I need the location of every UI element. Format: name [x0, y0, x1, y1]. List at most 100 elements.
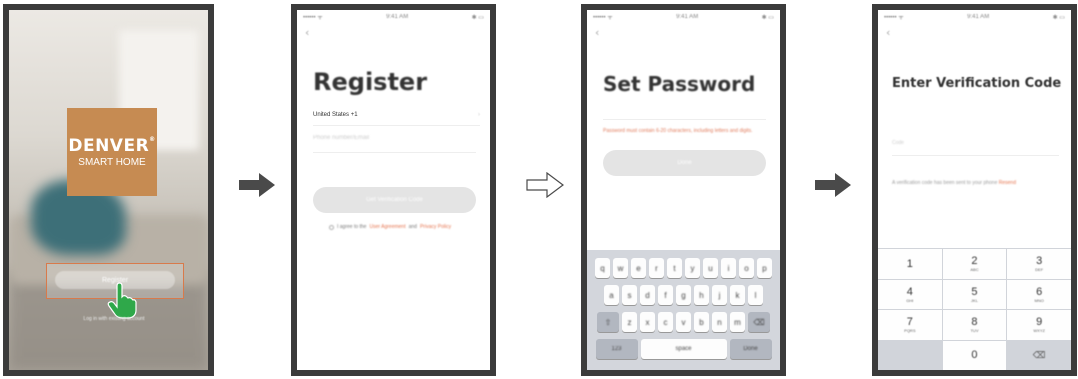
back-icon[interactable]: ‹: [305, 26, 309, 39]
numpad-delete-icon[interactable]: ⌫: [1007, 340, 1071, 370]
key[interactable]: j: [712, 285, 727, 305]
numeric-keypad: 1 2 ABC 3 DEF 4 GHI 5 JKL 6 MNO 7 PQRS 8 TUV 9W…: [878, 248, 1071, 370]
back-icon[interactable]: ‹: [595, 26, 599, 39]
back-icon[interactable]: ‹: [886, 26, 890, 39]
code-label: Code: [892, 140, 904, 146]
numpad-key[interactable]: 5 JKL: [942, 279, 1007, 309]
key[interactable]: a: [604, 285, 619, 305]
battery-indicator: ✱ ▭: [1052, 14, 1065, 21]
phone-register-screen: •••••• ᯤ 9:41 AM ✱ ▭ ‹ Register United S…: [291, 4, 496, 376]
flow-arrow-filled-icon: [239, 173, 275, 197]
key[interactable]: v: [676, 312, 691, 332]
key[interactable]: o: [739, 258, 754, 278]
phone-splash-screen: DENVER® SMART HOME Register Log in with …: [3, 4, 214, 376]
numpad-key[interactable]: 2 ABC: [942, 249, 1007, 279]
key[interactable]: i: [721, 258, 736, 278]
password-field[interactable]: [603, 102, 766, 120]
signal-indicator: •••••• ᯤ: [593, 15, 613, 21]
status-time: 9:41 AM: [386, 14, 409, 20]
verification-code-field[interactable]: Code: [892, 140, 1059, 156]
numpad-key[interactable]: 8 TUV: [942, 310, 1007, 340]
page-title: Enter Verification Code: [892, 76, 1062, 91]
key[interactable]: y: [685, 258, 700, 278]
country-selector[interactable]: United States +1 ›: [313, 112, 480, 126]
chevron-right-icon: ›: [478, 112, 480, 118]
page-title: Set Password: [603, 72, 756, 96]
keyboard-row: ⇧ z x c v b n m ⌫: [590, 312, 777, 332]
key[interactable]: m: [730, 312, 745, 332]
key[interactable]: g: [676, 285, 691, 305]
numpad-key[interactable]: 9 WXYZ: [1007, 310, 1071, 340]
key[interactable]: k: [730, 285, 745, 305]
numpad-key[interactable]: 7 PQRS: [878, 310, 942, 340]
phone-set-password-screen: •••••• ᯤ 9:41 AM ✱ ▭ ‹ Set Password Pass…: [581, 4, 786, 376]
key[interactable]: r: [649, 258, 664, 278]
signal-indicator: •••••• ᯤ: [303, 15, 323, 21]
numpad-key[interactable]: 1: [878, 249, 942, 279]
agreement-and: and: [408, 224, 417, 230]
key[interactable]: b: [694, 312, 709, 332]
numpad-key[interactable]: 4 GHI: [878, 279, 942, 309]
status-time: 9:41 AM: [676, 14, 699, 20]
done-label: Done: [677, 160, 692, 166]
key[interactable]: f: [658, 285, 673, 305]
key[interactable]: x: [640, 312, 655, 332]
key[interactable]: t: [667, 258, 682, 278]
on-screen-keyboard: q w e r t y u i o p a s d f g h j k l ⇧ …: [587, 250, 780, 370]
key[interactable]: e: [631, 258, 646, 278]
key[interactable]: p: [757, 258, 772, 278]
page-title: Register: [313, 68, 428, 96]
login-link[interactable]: Log in with existing account: [29, 316, 199, 322]
keyboard-row: 123 space Done: [590, 339, 777, 359]
signal-indicator: •••••• ᯤ: [884, 15, 904, 21]
backspace-key[interactable]: ⌫: [748, 312, 770, 332]
key[interactable]: q: [595, 258, 610, 278]
numpad-key[interactable]: 3 DEF: [1007, 249, 1071, 279]
status-time: 9:41 AM: [967, 14, 990, 20]
privacy-policy-link[interactable]: Privacy Policy: [420, 224, 451, 230]
key[interactable]: l: [748, 285, 763, 305]
phone-email-field[interactable]: Phone number/Email: [313, 135, 476, 153]
key[interactable]: s: [622, 285, 637, 305]
keyboard-row: a s d f g h j k l: [590, 285, 777, 305]
space-key[interactable]: space: [640, 339, 727, 359]
flow-arrow-filled-icon: [815, 173, 851, 197]
logo-brand: DENVER®: [68, 136, 156, 156]
key[interactable]: d: [640, 285, 655, 305]
numpad-key[interactable]: 0: [942, 340, 1007, 370]
return-key[interactable]: Done: [729, 339, 772, 359]
get-code-button[interactable]: Get Verification Code: [313, 187, 476, 213]
battery-indicator: ✱ ▭: [471, 14, 484, 21]
hand-pointer-icon: [107, 282, 137, 319]
status-bar: •••••• ᯤ 9:41 AM ✱ ▭: [884, 12, 1065, 22]
password-hint: Password must contain 6-20 characters, i…: [603, 128, 753, 134]
verification-info: A verification code has been sent to you…: [892, 180, 1059, 188]
done-button[interactable]: Done: [603, 150, 766, 176]
phone-verification-screen: •••••• ᯤ 9:41 AM ✱ ▭ ‹ Enter Verificatio…: [872, 4, 1077, 376]
flow-arrow-outline-icon: [526, 172, 564, 198]
agreement-prefix: I agree to the: [337, 224, 367, 230]
keyboard-row: q w e r t y u i o p: [590, 258, 777, 278]
key[interactable]: c: [658, 312, 673, 332]
key[interactable]: u: [703, 258, 718, 278]
denver-logo: DENVER® SMART HOME: [67, 108, 157, 196]
phone-email-placeholder: Phone number/Email: [313, 135, 370, 141]
logo-subtitle: SMART HOME: [78, 157, 146, 168]
numpad-blank: [878, 340, 942, 370]
key[interactable]: n: [712, 312, 727, 332]
country-label: United States +1: [313, 112, 358, 118]
get-code-label: Get Verification Code: [366, 197, 423, 203]
numpad-key[interactable]: 6 MNO: [1007, 279, 1071, 309]
status-bar: •••••• ᯤ 9:41 AM ✱ ▭: [593, 12, 774, 22]
key[interactable]: w: [613, 258, 628, 278]
status-bar: •••••• ᯤ 9:41 AM ✱ ▭: [303, 12, 484, 22]
resend-link[interactable]: Resend: [999, 180, 1016, 186]
key[interactable]: h: [694, 285, 709, 305]
verification-info-text: A verification code has been sent to you…: [892, 180, 998, 186]
user-agreement-link[interactable]: User Agreement: [369, 224, 405, 230]
key[interactable]: z: [622, 312, 637, 332]
battery-indicator: ✱ ▭: [761, 14, 774, 21]
shift-key[interactable]: ⇧: [597, 312, 619, 332]
numbers-key[interactable]: 123: [595, 339, 638, 359]
agree-checkbox[interactable]: [329, 224, 334, 230]
